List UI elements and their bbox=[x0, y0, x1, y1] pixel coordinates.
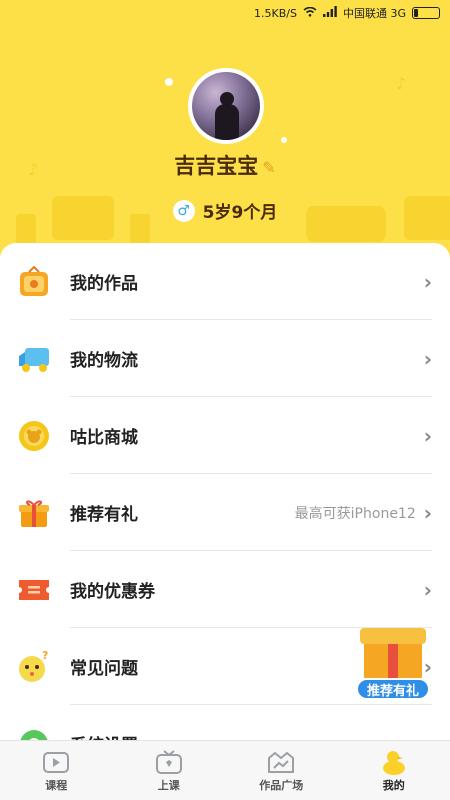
male-gender-icon: ♂ bbox=[172, 199, 195, 222]
menu-item-referral[interactable]: 推荐有礼 最高可获iPhone12 › bbox=[0, 474, 450, 551]
carrier-label: 中国联通 3G bbox=[342, 7, 406, 20]
promo-label: 推荐有礼 bbox=[356, 678, 430, 700]
tv-frame-icon bbox=[17, 265, 51, 299]
nav-tab-mine[interactable]: 我的 bbox=[338, 741, 450, 800]
status-bar: 1.5KB/S 中国联通 3G bbox=[0, 0, 450, 26]
coin-shop-icon bbox=[17, 419, 51, 453]
chevron-right-icon: › bbox=[423, 269, 432, 294]
menu-item-label: 推荐有礼 bbox=[70, 505, 138, 525]
avatar-image bbox=[192, 72, 260, 140]
menu-item-my-logistics[interactable]: 我的物流 › bbox=[0, 320, 450, 397]
child-age: 5岁9个月 bbox=[202, 203, 278, 223]
svg-text:?: ? bbox=[42, 650, 48, 662]
menu-item-shop[interactable]: 咕比商城 › bbox=[0, 397, 450, 474]
edit-pencil-icon[interactable]: ✎ bbox=[262, 158, 275, 177]
wifi-icon bbox=[303, 6, 317, 20]
avatar[interactable] bbox=[188, 68, 264, 144]
chevron-right-icon: › bbox=[423, 423, 432, 448]
age-row: ♂ 5岁9个月 bbox=[0, 198, 450, 223]
username-row[interactable]: 吉吉宝宝 ✎ bbox=[0, 150, 450, 180]
nav-label: 作品广场 bbox=[259, 778, 304, 792]
menu-item-label: 我的优惠券 bbox=[70, 582, 155, 602]
nav-tab-class[interactable]: 上课 bbox=[113, 741, 226, 800]
menu-item-label: 我的物流 bbox=[70, 351, 138, 371]
nav-tab-course[interactable]: 课程 bbox=[0, 741, 113, 800]
chevron-right-icon: › bbox=[423, 577, 432, 602]
menu-item-label: 系统设置 bbox=[70, 731, 416, 740]
nav-label: 课程 bbox=[45, 778, 68, 792]
chevron-right-icon: › bbox=[423, 500, 432, 525]
signal-icon bbox=[322, 6, 337, 20]
sparkle-icon bbox=[165, 78, 173, 86]
nav-label: 上课 bbox=[157, 778, 180, 792]
chevron-right-icon: › bbox=[423, 346, 432, 371]
nav-label: 我的 bbox=[382, 778, 405, 792]
settings-icon bbox=[17, 727, 51, 740]
referral-promo-button[interactable]: 推荐有礼 bbox=[356, 624, 430, 702]
duck-profile-icon bbox=[379, 749, 409, 775]
gift-box-icon bbox=[17, 496, 51, 530]
gallery-icon bbox=[266, 749, 296, 775]
nav-tab-gallery[interactable]: 作品广场 bbox=[225, 741, 338, 800]
course-play-icon bbox=[41, 749, 71, 775]
username: 吉吉宝宝 bbox=[174, 154, 259, 178]
class-tv-icon bbox=[154, 749, 184, 775]
battery-icon bbox=[412, 7, 440, 19]
chevron-right-icon: › bbox=[424, 732, 432, 741]
menu-item-my-works[interactable]: 我的作品 › bbox=[0, 243, 450, 320]
music-note-icon: ♪ bbox=[396, 74, 407, 93]
menu-item-label: 咕比商城 bbox=[70, 428, 138, 448]
menu-item-coupons[interactable]: 我的优惠券 › bbox=[0, 551, 450, 628]
menu-item-extra: 最高可获iPhone12 bbox=[294, 505, 416, 522]
bottom-nav: 课程 上课 作品广场 我的 bbox=[0, 740, 450, 800]
profile-header: ♪ ♪ 吉吉宝宝 ✎ ♂ 5岁9个月 bbox=[0, 0, 450, 270]
menu-item-settings[interactable]: 系统设置 › bbox=[0, 705, 450, 740]
question-face-icon: ? bbox=[17, 650, 51, 684]
delivery-truck-icon bbox=[17, 342, 51, 376]
menu-item-label: 我的作品 bbox=[70, 274, 138, 294]
sparkle-icon bbox=[281, 137, 287, 143]
coupon-icon bbox=[17, 573, 51, 607]
promo-gift-icon bbox=[360, 628, 426, 644]
network-speed: 1.5KB/S bbox=[254, 6, 297, 20]
